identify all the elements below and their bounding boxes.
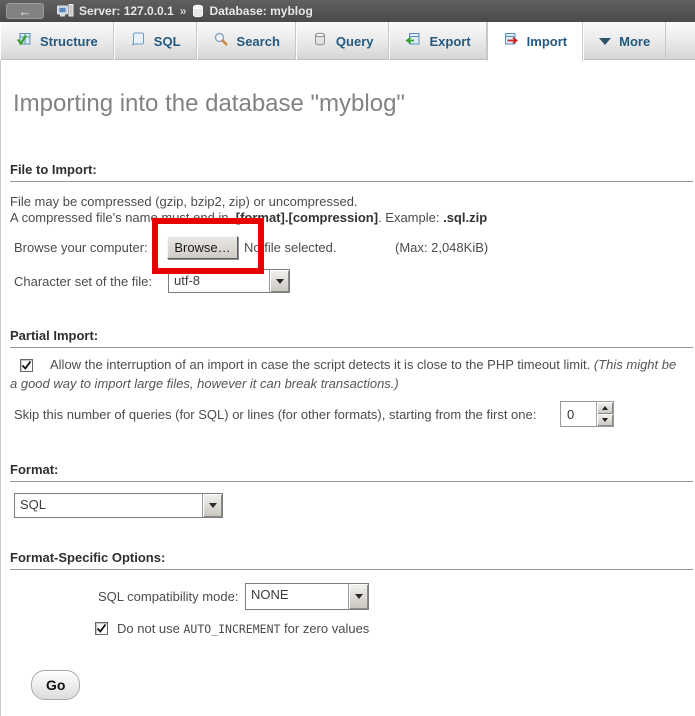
tab-export[interactable]: Export	[389, 22, 486, 60]
dropdown-arrow-button[interactable]	[348, 584, 368, 609]
tab-label: Query	[336, 34, 374, 49]
charset-select[interactable]: utf-8	[168, 269, 290, 293]
format-selected-value: SQL	[15, 494, 202, 517]
browse-button[interactable]: Browse…	[167, 236, 238, 259]
sql-compat-label: SQL compatibility mode:	[98, 589, 238, 604]
zero-values-option: Do not use AUTO_INCREMENT for zero value…	[95, 621, 369, 636]
max-size-note: (Max: 2,048KiB)	[395, 240, 488, 255]
chevron-down-icon	[209, 503, 217, 508]
skip-queries-label: Skip this number of queries (for SQL) or…	[14, 407, 536, 422]
chevron-down-icon	[599, 38, 611, 45]
chevron-up-icon	[602, 406, 608, 410]
section-heading-format: Format:	[10, 462, 693, 482]
tab-import[interactable]: Import	[487, 22, 583, 61]
breadcrumb: ← Server: 127.0.0.1 » Database: myblog	[0, 0, 695, 22]
stepper-buttons	[596, 402, 613, 426]
section-heading-format-specific: Format-Specific Options:	[10, 550, 693, 570]
chevron-down-icon	[276, 279, 284, 284]
tab-label: Import	[527, 34, 567, 49]
tab-label: Search	[237, 34, 280, 49]
chevron-down-icon	[355, 594, 363, 599]
export-icon	[405, 31, 421, 52]
allow-interruption-label: Allow the interruption of an import in c…	[50, 357, 590, 372]
charset-label: Character set of the file:	[14, 274, 152, 289]
filename-rule: A compressed file's name must end in .[f…	[10, 210, 487, 225]
back-icon: ←	[19, 5, 32, 18]
browse-label: Browse your computer:	[14, 240, 148, 255]
import-icon	[503, 31, 519, 52]
query-icon	[312, 31, 328, 52]
dropdown-arrow-button[interactable]	[202, 494, 222, 517]
no-file-selected-text: No file selected.	[244, 240, 337, 255]
tab-bar: Structure SQL Search Query Export Import…	[0, 22, 695, 60]
chevron-down-icon	[602, 418, 608, 422]
stepper-up-button[interactable]	[597, 402, 613, 414]
tab-label: Structure	[40, 34, 98, 49]
breadcrumb-database[interactable]: Database: myblog	[209, 4, 312, 18]
back-button[interactable]: ←	[6, 3, 44, 19]
skip-queries-value: 0	[561, 402, 596, 426]
tab-query[interactable]: Query	[296, 22, 390, 60]
stepper-down-button[interactable]	[597, 414, 613, 426]
section-heading-partial-import: Partial Import:	[10, 328, 693, 348]
breadcrumb-server[interactable]: Server: 127.0.0.1	[79, 4, 174, 18]
tab-more[interactable]: More	[583, 22, 666, 60]
go-button[interactable]: Go	[31, 670, 80, 700]
sql-icon	[130, 31, 146, 52]
allow-interruption-checkbox[interactable]	[20, 359, 33, 372]
sql-compat-selected-value: NONE	[246, 584, 348, 609]
phpmyadmin-import-page: ← Server: 127.0.0.1 » Database: myblog S…	[0, 0, 695, 716]
breadcrumb-separator: »	[179, 4, 188, 18]
compression-note: File may be compressed (gzip, bzip2, zip…	[10, 194, 358, 209]
tab-label: More	[619, 34, 650, 49]
structure-icon	[16, 31, 32, 52]
dropdown-arrow-button[interactable]	[269, 270, 289, 292]
tab-search[interactable]: Search	[197, 22, 296, 60]
skip-queries-stepper[interactable]: 0	[560, 401, 614, 427]
database-icon	[192, 4, 204, 18]
checkmark-icon	[21, 360, 32, 371]
section-heading-file-to-import: File to Import:	[10, 162, 693, 182]
partial-import-option: Allow the interruption of an import in c…	[10, 355, 686, 393]
format-select[interactable]: SQL	[14, 493, 223, 518]
zero-values-checkbox[interactable]	[95, 622, 108, 635]
tab-label: SQL	[154, 34, 181, 49]
page-title: Importing into the database "myblog"	[13, 90, 405, 118]
tab-label: Export	[429, 34, 470, 49]
search-icon	[213, 31, 229, 52]
sql-compat-select[interactable]: NONE	[245, 583, 369, 610]
tab-structure[interactable]: Structure	[0, 22, 114, 60]
server-icon	[57, 4, 74, 18]
charset-selected-value: utf-8	[169, 270, 269, 292]
page-left-border	[0, 22, 1, 716]
zero-values-label: Do not use AUTO_INCREMENT for zero value…	[117, 621, 369, 636]
checkmark-icon	[96, 623, 107, 634]
tab-sql[interactable]: SQL	[114, 22, 197, 60]
